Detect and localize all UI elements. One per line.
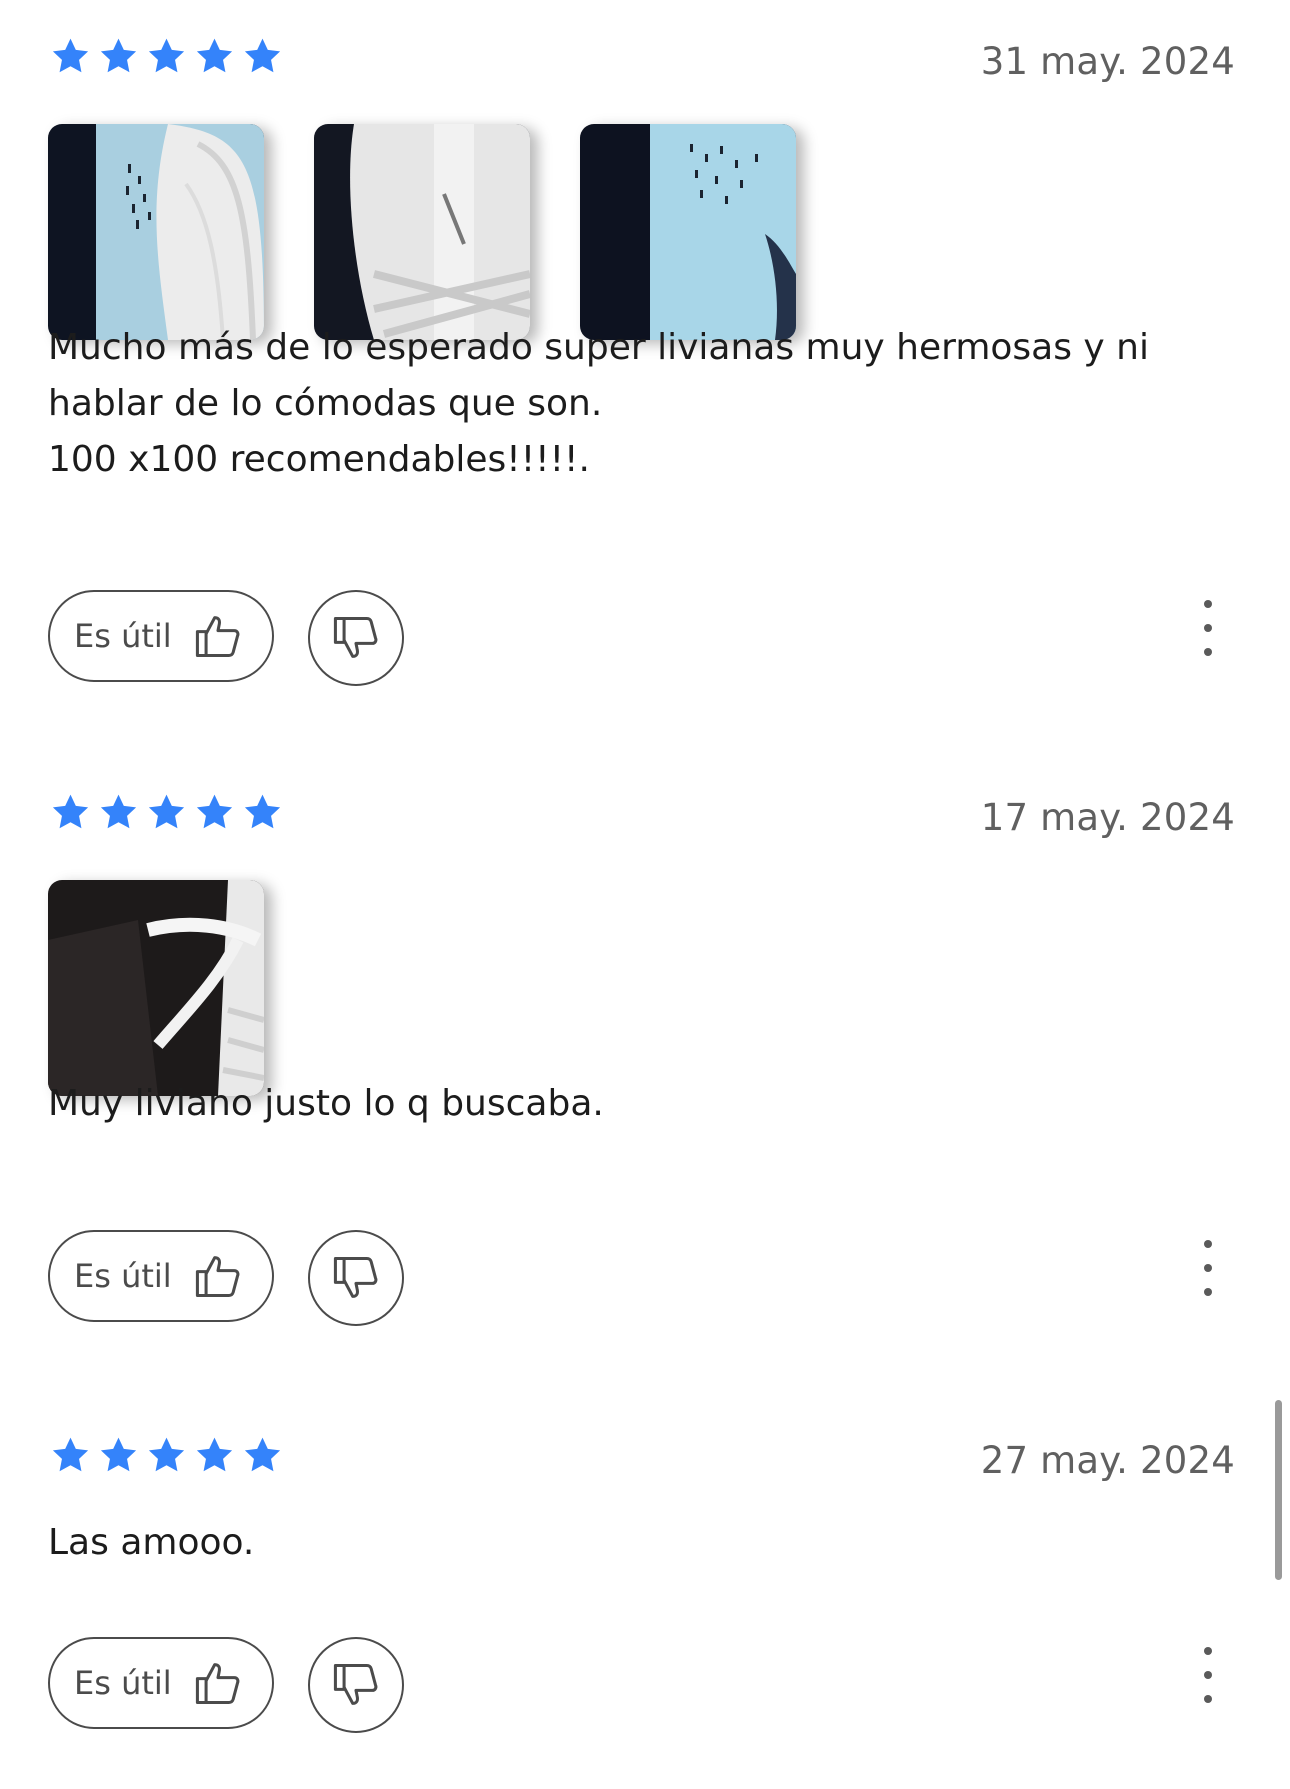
star-icon <box>52 38 89 73</box>
more-vertical-icon[interactable] <box>1188 1240 1228 1296</box>
review-date: 17 may. 2024 <box>980 796 1235 839</box>
star-rating <box>50 1435 283 1481</box>
useful-button[interactable]: Es útil <box>48 1637 274 1729</box>
useful-button[interactable]: Es útil <box>48 590 274 682</box>
review-text: Muy liviano justo lo q buscaba. <box>48 1083 604 1124</box>
useful-label: Es útil <box>74 617 172 655</box>
star-icon <box>52 794 89 829</box>
star-icon <box>100 38 137 73</box>
star-icon <box>196 794 233 829</box>
review-date: 27 may. 2024 <box>980 1439 1235 1482</box>
review-photo[interactable] <box>580 124 796 340</box>
useful-button[interactable]: Es útil <box>48 1230 274 1322</box>
not-useful-button[interactable] <box>308 590 404 686</box>
review-text: Las amooo. <box>48 1522 255 1563</box>
review-actions: Es útil <box>48 590 1228 686</box>
scrollbar[interactable] <box>1275 1400 1282 1580</box>
review-photo[interactable] <box>314 124 530 340</box>
star-icon <box>244 1437 281 1472</box>
star-icon <box>196 38 233 73</box>
star-icon <box>100 794 137 829</box>
star-icon <box>100 1437 137 1472</box>
not-useful-button[interactable] <box>308 1637 404 1733</box>
more-vertical-icon[interactable] <box>1188 600 1228 656</box>
star-icon <box>52 1437 89 1472</box>
star-icon <box>148 794 185 829</box>
thumbs-up-icon <box>195 1256 240 1298</box>
thumbs-down-icon <box>333 616 378 658</box>
star-icon <box>244 38 281 73</box>
star-icon <box>148 38 185 73</box>
review-photos <box>48 880 264 1096</box>
star-icon <box>244 794 281 829</box>
star-rating <box>50 36 283 82</box>
review-actions: Es útil <box>48 1637 1228 1733</box>
not-useful-button[interactable] <box>308 1230 404 1326</box>
review-photo[interactable] <box>48 880 264 1096</box>
useful-label: Es útil <box>74 1664 172 1702</box>
thumbs-up-icon <box>195 1663 240 1705</box>
review-photos <box>48 124 796 340</box>
thumbs-up-icon <box>195 616 240 658</box>
star-rating <box>50 792 283 838</box>
review-text: Mucho más de lo esperado super livianas … <box>48 327 1149 480</box>
more-vertical-icon[interactable] <box>1188 1647 1228 1703</box>
useful-label: Es útil <box>74 1257 172 1295</box>
thumbs-down-icon <box>333 1256 378 1298</box>
star-icon <box>148 1437 185 1472</box>
thumbs-down-icon <box>333 1663 378 1705</box>
review-photo[interactable] <box>48 124 264 340</box>
review-actions: Es útil <box>48 1230 1228 1326</box>
review-date: 31 may. 2024 <box>980 40 1235 83</box>
star-icon <box>196 1437 233 1472</box>
